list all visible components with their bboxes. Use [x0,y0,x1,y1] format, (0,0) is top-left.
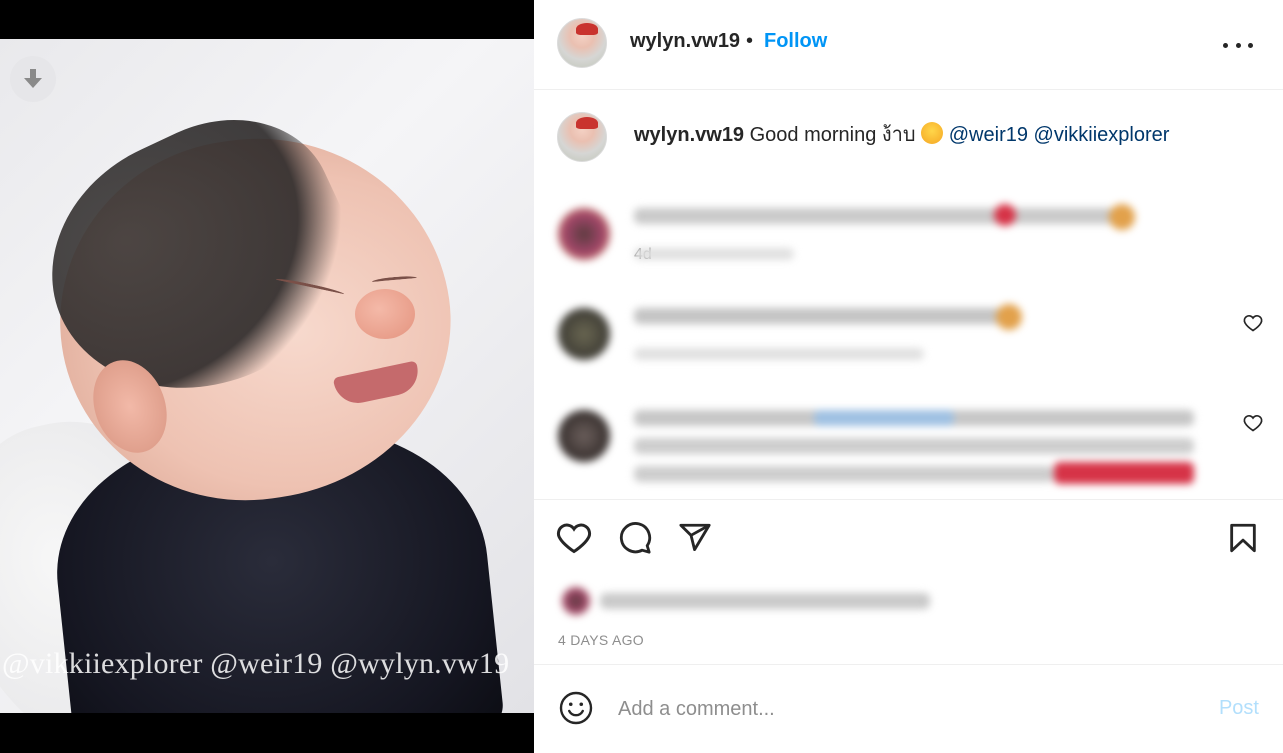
download-button[interactable] [10,56,56,102]
smiling-face-with-hearts-icon [921,122,944,144]
comment-avatar [558,308,610,360]
comment-text-blurred [634,466,1054,482]
comment-avatar [558,208,610,260]
post-header: wylyn.vw19 • Follow [534,0,1283,90]
post-sidebar: wylyn.vw19 • Follow wylyn.vw19 Good morn… [534,0,1283,753]
caption-body: Good morning ง้าบ [749,124,916,146]
comment-text-blurred [634,308,1004,324]
share-icon[interactable] [678,521,712,555]
more-icon-dot [1248,42,1253,48]
post-time: 4 DAYS AGO [558,632,644,648]
comments-list[interactable]: wylyn.vw19 Good morning ง้าบ @weir19 @vi… [534,90,1283,500]
caption-avatar[interactable] [557,112,607,162]
caption-text: wylyn.vw19 Good morning ง้าบ @weir19 @vi… [634,118,1169,150]
post-comment-button[interactable]: Post [1219,697,1259,720]
separator-dot: • [746,30,754,52]
comment-emoji-blurred [1054,462,1194,484]
media-pane: @vikkiiexplorer @weir19 @wylyn.vw19 [0,0,534,753]
comment-emoji-blurred [996,304,1022,330]
comment-item [534,300,1283,390]
comment-mention-blurred [814,410,954,426]
emoji-icon[interactable] [558,690,594,726]
comment-icon[interactable] [618,521,652,555]
more-icon [1223,42,1228,48]
comment-item [534,200,1283,290]
likes-summary-blurred[interactable] [558,585,938,617]
more-icon-dot [1235,42,1241,48]
heart-icon[interactable] [556,520,592,556]
caption-username[interactable]: wylyn.vw19 [634,124,744,146]
comment-emoji-blurred [994,204,1016,226]
comment-avatar [558,410,610,462]
comment-meta-blurred [634,248,794,260]
comment-meta-blurred [634,348,924,360]
comment-text-blurred [634,438,1194,454]
comment-item [534,402,1283,499]
author-username[interactable]: wylyn.vw19 [630,30,740,53]
comment-input[interactable] [618,693,1178,725]
comment-emoji-blurred [1109,204,1135,230]
more-options-button[interactable] [1223,30,1253,60]
mention-link[interactable]: @weir19 [949,124,1028,146]
add-comment-bar: Post [534,665,1283,752]
follow-button[interactable]: Follow [764,30,827,53]
action-bar: 4 DAYS AGO [534,500,1283,665]
photo-nose [355,289,415,339]
photo-watermark: @vikkiiexplorer @weir19 @wylyn.vw19 [2,647,510,680]
post-photo[interactable]: @vikkiiexplorer @weir19 @wylyn.vw19 [0,39,534,713]
mention-link[interactable]: @vikkiiexplorer [1034,124,1170,146]
bookmark-icon[interactable] [1226,521,1260,555]
comment-text-blurred [634,208,1134,224]
download-icon [24,69,42,88]
author-avatar[interactable] [557,18,607,68]
